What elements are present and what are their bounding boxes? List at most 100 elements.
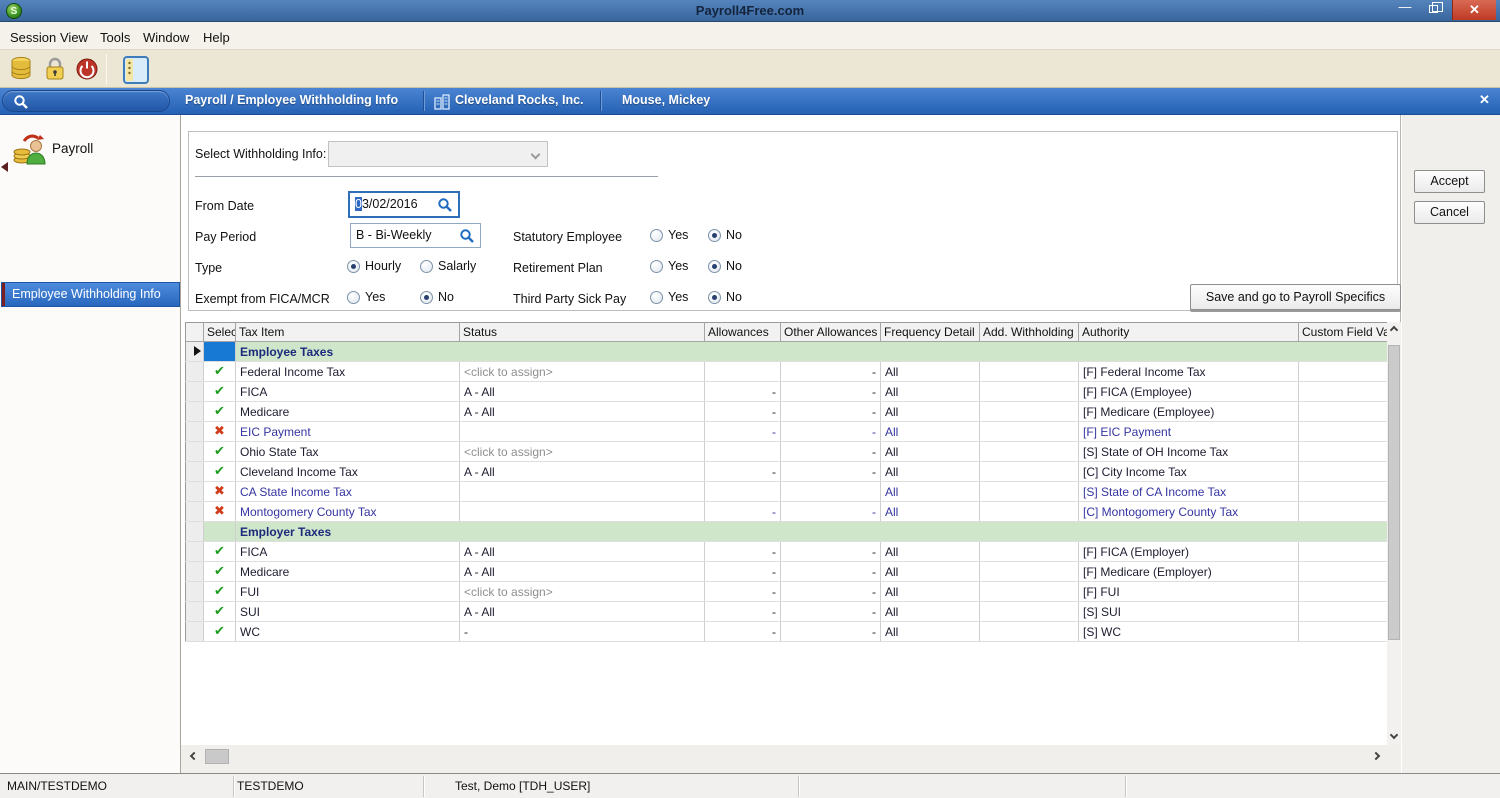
cell-allowances[interactable] — [705, 362, 781, 382]
row-selector[interactable] — [186, 342, 204, 362]
cell-status[interactable]: <click to assign> — [460, 582, 705, 602]
cell-select[interactable]: ✔ — [204, 402, 236, 422]
cell-custom[interactable] — [1299, 382, 1388, 402]
cell-authority[interactable]: [F] FICA (Employee) — [1079, 382, 1299, 402]
cell-status[interactable]: A - All — [460, 382, 705, 402]
cell-select[interactable]: ✖ — [204, 482, 236, 502]
tab-close-icon[interactable]: ✕ — [1479, 92, 1490, 108]
minimize-button[interactable]: — — [1392, 0, 1418, 20]
horizontal-scroll-thumb[interactable] — [205, 749, 229, 764]
table-row[interactable]: ✖Montogomery County Tax--All[C] Montogom… — [186, 502, 1388, 522]
cell-select[interactable]: ✔ — [204, 542, 236, 562]
radio-option-salarly[interactable]: Salarly — [420, 259, 493, 273]
cell-add-withholding[interactable] — [980, 402, 1079, 422]
cell-other-allowances[interactable]: - — [781, 582, 881, 602]
cell-authority[interactable]: [F] Federal Income Tax — [1079, 362, 1299, 382]
row-selector[interactable] — [186, 562, 204, 582]
table-row[interactable]: ✔Federal Income Tax<click to assign>-All… — [186, 362, 1388, 382]
cell-add-withholding[interactable] — [980, 362, 1079, 382]
save-and-go-button[interactable]: Save and go to Payroll Specifics — [1190, 284, 1401, 310]
panel-icon[interactable] — [122, 55, 150, 83]
cell-custom[interactable] — [1299, 542, 1388, 562]
pay-period-input[interactable]: B - Bi-Weekly — [350, 223, 481, 248]
cell-tax-item[interactable]: Cleveland Income Tax — [236, 462, 460, 482]
cell-other-allowances[interactable]: - — [781, 402, 881, 422]
cell-frequency-detail[interactable]: All — [881, 582, 980, 602]
cell-tax-item[interactable]: FUI — [236, 582, 460, 602]
cell-custom[interactable] — [1299, 362, 1388, 382]
cell-custom[interactable] — [1299, 582, 1388, 602]
radio-option-yes[interactable]: Yes — [650, 228, 708, 242]
table-row[interactable]: ✖CA State Income TaxAll[S] State of CA I… — [186, 482, 1388, 502]
cell-frequency-detail[interactable]: All — [881, 622, 980, 642]
cell-custom[interactable] — [1299, 402, 1388, 422]
header-authority[interactable]: Authority — [1079, 323, 1299, 342]
close-button[interactable]: ✕ — [1452, 0, 1496, 20]
cell-add-withholding[interactable] — [980, 562, 1079, 582]
cell-status[interactable]: A - All — [460, 462, 705, 482]
table-row[interactable]: ✔Ohio State Tax<click to assign>-All[S] … — [186, 442, 1388, 462]
scroll-down-icon[interactable] — [1390, 731, 1398, 739]
row-selector[interactable] — [186, 542, 204, 562]
search-input[interactable] — [2, 90, 170, 112]
cell-custom[interactable] — [1299, 422, 1388, 442]
restore-button[interactable] — [1422, 0, 1448, 20]
cell-status[interactable]: A - All — [460, 562, 705, 582]
scroll-up-icon[interactable] — [1390, 326, 1398, 334]
cell-status[interactable] — [460, 422, 705, 442]
menu-view[interactable]: View — [56, 28, 92, 47]
cell-authority[interactable]: [F] Medicare (Employer) — [1079, 562, 1299, 582]
cell-custom[interactable] — [1299, 442, 1388, 462]
cell-frequency-detail[interactable]: All — [881, 502, 980, 522]
table-row[interactable]: ✔FICAA - All--All[F] FICA (Employer) — [186, 542, 1388, 562]
cell-status[interactable]: <click to assign> — [460, 442, 705, 462]
cell-status[interactable]: A - All — [460, 402, 705, 422]
cell-tax-item[interactable]: CA State Income Tax — [236, 482, 460, 502]
cell-allowances[interactable]: - — [705, 402, 781, 422]
row-selector[interactable] — [186, 422, 204, 442]
radio-option-hourly[interactable]: Hourly — [347, 259, 420, 273]
cell-other-allowances[interactable]: - — [781, 622, 881, 642]
table-row[interactable]: ✔FICAA - All--All[F] FICA (Employee) — [186, 382, 1388, 402]
cell-authority[interactable]: [S] State of OH Income Tax — [1079, 442, 1299, 462]
cell-frequency-detail[interactable]: All — [881, 422, 980, 442]
cell-tax-item[interactable]: Medicare — [236, 562, 460, 582]
cell-authority[interactable]: [F] FICA (Employer) — [1079, 542, 1299, 562]
cell-authority[interactable]: [F] EIC Payment — [1079, 422, 1299, 442]
cell-select[interactable]: ✖ — [204, 502, 236, 522]
sidebar-item-payroll[interactable]: Payroll — [0, 125, 180, 171]
vertical-scrollbar[interactable] — [1387, 322, 1401, 745]
cell-frequency-detail[interactable]: All — [881, 482, 980, 502]
row-selector[interactable] — [186, 622, 204, 642]
select-withholding-dropdown[interactable] — [328, 141, 548, 167]
cell-other-allowances[interactable]: - — [781, 382, 881, 402]
cell-add-withholding[interactable] — [980, 502, 1079, 522]
row-selector[interactable] — [186, 502, 204, 522]
cell-select[interactable]: ✖ — [204, 422, 236, 442]
cell-add-withholding[interactable] — [980, 462, 1079, 482]
pay-period-lookup-icon[interactable] — [459, 228, 475, 244]
cell-add-withholding[interactable] — [980, 622, 1079, 642]
cell-tax-item[interactable]: EIC Payment — [236, 422, 460, 442]
cell-frequency-detail[interactable]: All — [881, 602, 980, 622]
cell-select[interactable]: ✔ — [204, 442, 236, 462]
cell-frequency-detail[interactable]: All — [881, 462, 980, 482]
from-date-input[interactable]: 03/02/2016 — [348, 191, 460, 218]
cell-other-allowances[interactable]: - — [781, 542, 881, 562]
vertical-scroll-thumb[interactable] — [1388, 345, 1400, 640]
radio-option-no[interactable]: No — [708, 290, 766, 304]
menu-window[interactable]: Window — [139, 28, 193, 47]
cell-allowances[interactable]: - — [705, 582, 781, 602]
table-row[interactable]: ✔SUIA - All--All[S] SUI — [186, 602, 1388, 622]
group-row[interactable]: Employee Taxes — [186, 342, 1388, 362]
database-icon[interactable] — [8, 55, 36, 83]
cell-allowances[interactable]: - — [705, 422, 781, 442]
cell-tax-item[interactable]: FICA — [236, 382, 460, 402]
cell-tax-item[interactable]: Medicare — [236, 402, 460, 422]
cell-authority[interactable]: [F] Medicare (Employee) — [1079, 402, 1299, 422]
cell-allowances[interactable]: - — [705, 562, 781, 582]
cell-select[interactable]: ✔ — [204, 382, 236, 402]
cell-custom[interactable] — [1299, 462, 1388, 482]
cell-status[interactable]: A - All — [460, 602, 705, 622]
cell-add-withholding[interactable] — [980, 542, 1079, 562]
